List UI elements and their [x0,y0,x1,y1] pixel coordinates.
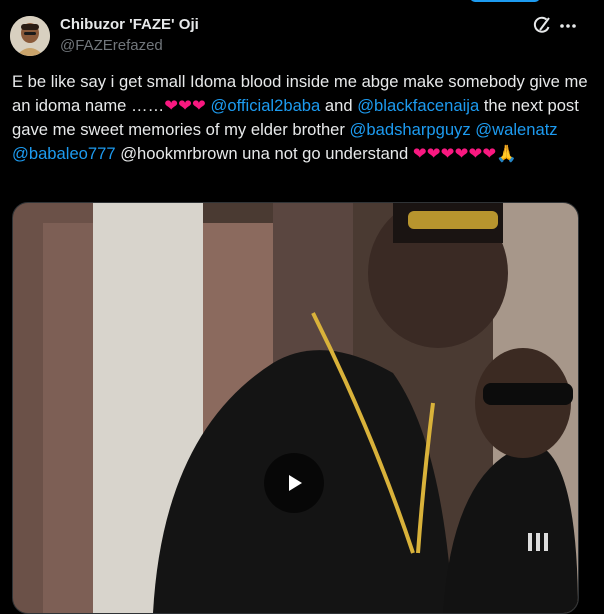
more-icon[interactable] [557,15,579,37]
mention-link[interactable]: @blackfacenaija [357,96,479,115]
mention-link[interactable]: @official2baba [211,96,321,115]
mention-link[interactable]: @badsharpguyz [350,120,471,139]
avatar-image [10,16,50,56]
grok-icon[interactable] [531,15,553,37]
tweet-text: E be like say i get small Idoma blood in… [12,70,592,166]
display-name[interactable]: Chibuzor 'FAZE' Oji [60,16,199,33]
tweet-header: Chibuzor 'FAZE' Oji @FAZErefazed [0,0,604,70]
mention-link[interactable]: @babaleo777 [12,144,116,163]
tweet-video[interactable] [12,202,579,614]
heart-emoji: ❤❤❤ [164,96,206,115]
tweet-text-segment: @hookmrbrown una not go understand [115,144,413,163]
tweet-text-segment: and [320,96,358,115]
heart-emoji: ❤❤❤❤❤❤ [412,144,497,163]
avatar[interactable] [10,16,50,56]
play-button[interactable] [264,453,324,513]
play-icon [289,475,302,491]
video-thumbnail [13,203,578,613]
mention-link[interactable]: @walenatz [475,120,557,139]
tweet-text-segment: 🙏 [496,144,517,163]
user-handle[interactable]: @FAZErefazed [60,37,163,54]
